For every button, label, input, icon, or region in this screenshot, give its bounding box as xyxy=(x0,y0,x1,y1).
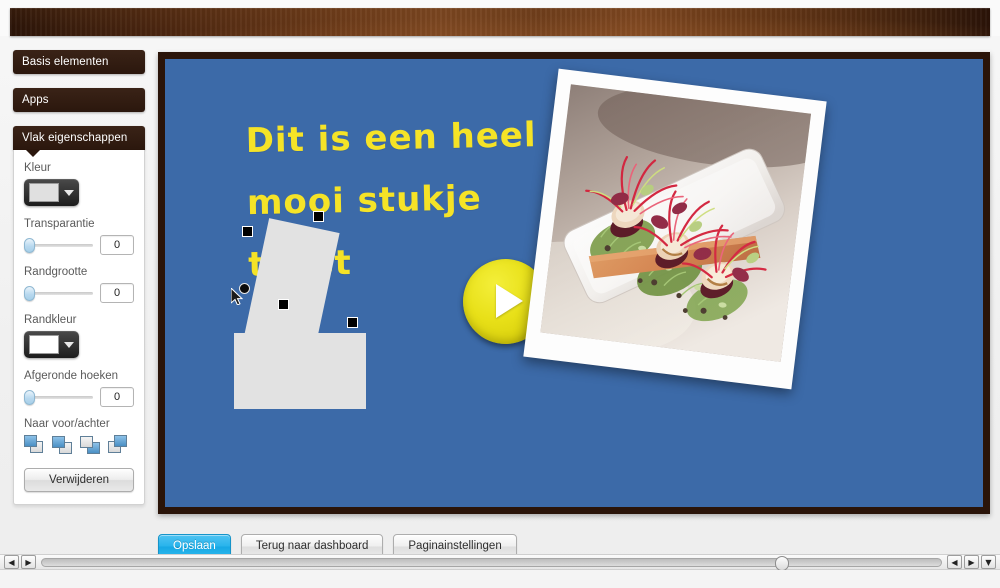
mouse-cursor-icon xyxy=(231,288,243,305)
selection-handle-top-left[interactable] xyxy=(242,226,253,237)
send-backward-icon[interactable] xyxy=(80,435,102,455)
panel-title: Vlak eigenschappen xyxy=(22,132,128,144)
sidebar-item-apps[interactable]: Apps xyxy=(13,88,145,112)
food-photo[interactable] xyxy=(523,68,827,390)
send-to-back-icon[interactable] xyxy=(108,435,130,455)
scroll-left-end-icon[interactable]: ◀ xyxy=(947,555,962,569)
rounded-corners-slider[interactable] xyxy=(24,390,93,405)
field-fill-color: Kleur xyxy=(24,162,134,207)
field-label: Afgeronde hoeken xyxy=(24,370,118,382)
scroll-right-icon[interactable]: ▶ xyxy=(21,555,36,569)
slider-handle[interactable] xyxy=(24,238,35,253)
scrollbar-menu-icon[interactable]: ▼ xyxy=(981,555,996,569)
fill-color-picker[interactable] xyxy=(24,179,79,206)
selection-handle-bottom-right[interactable] xyxy=(347,317,358,328)
rounded-corners-value[interactable]: 0 xyxy=(100,387,134,407)
selection-handle-center[interactable] xyxy=(278,299,289,310)
slider-handle[interactable] xyxy=(24,286,35,301)
wood-toolbar[interactable] xyxy=(10,8,990,36)
sidebar-item-basis-elementen[interactable]: Basis elementen xyxy=(13,50,145,74)
toolbar-area xyxy=(0,0,1000,36)
photo-image xyxy=(540,84,812,362)
transparency-slider[interactable] xyxy=(24,238,93,253)
play-triangle-icon xyxy=(496,284,523,318)
sidebar: Basis elementen Apps Vlak eigenschappen … xyxy=(13,50,145,515)
border-color-picker[interactable] xyxy=(24,331,79,358)
field-label: Naar voor/achter xyxy=(24,418,110,430)
transparency-value[interactable]: 0 xyxy=(100,235,134,255)
delete-button[interactable]: Verwijderen xyxy=(24,468,134,492)
scroll-right-end-icon[interactable]: ▶ xyxy=(964,555,979,569)
field-rounded-corners: Afgeronde hoeken 0 xyxy=(24,370,134,407)
panel-body: Kleur Transparantie 0 Randgrootte 0 Rand… xyxy=(13,150,145,505)
field-label: Transparantie xyxy=(24,218,95,230)
field-label: Randgrootte xyxy=(24,266,88,278)
panel-notch-icon xyxy=(26,150,40,157)
bring-forward-icon[interactable] xyxy=(52,435,74,455)
scrollbar-thumb[interactable] xyxy=(774,555,789,571)
slider-handle[interactable] xyxy=(24,390,35,405)
bring-to-front-icon[interactable] xyxy=(24,435,46,455)
panel-header-vlak-eigenschappen[interactable]: Vlak eigenschappen xyxy=(13,126,145,150)
chevron-down-icon xyxy=(64,189,74,196)
field-label: Kleur xyxy=(24,162,51,174)
shape-properties-panel: Vlak eigenschappen Kleur Transparantie 0… xyxy=(13,126,145,505)
footer-strip xyxy=(0,570,1000,588)
border-size-value[interactable]: 0 xyxy=(100,283,134,303)
fill-color-swatch xyxy=(29,183,59,202)
sidebar-item-label: Basis elementen xyxy=(22,56,109,68)
field-border-color: Randkleur xyxy=(24,314,134,359)
field-transparency: Transparantie 0 xyxy=(24,218,134,255)
field-arrange: Naar voor/achter xyxy=(24,418,134,455)
horizontal-scrollbar[interactable]: ◀ ▶ ◀ ▶ ▼ xyxy=(0,554,1000,571)
application-window: Basis elementen Apps Vlak eigenschappen … xyxy=(0,0,1000,588)
field-label: Randkleur xyxy=(24,314,77,326)
border-size-slider[interactable] xyxy=(24,286,93,301)
chevron-down-icon xyxy=(64,341,74,348)
sidebar-item-label: Apps xyxy=(22,94,49,106)
field-border-size: Randgrootte 0 xyxy=(24,266,134,303)
slide-canvas[interactable]: Dit is een heel mooi stukje tekst xyxy=(165,59,983,507)
selection-handle-top-right[interactable] xyxy=(313,211,324,222)
scroll-left-icon[interactable]: ◀ xyxy=(4,555,19,569)
scrollbar-track[interactable] xyxy=(41,555,942,571)
canvas-frame: Dit is een heel mooi stukje tekst xyxy=(158,52,990,514)
border-color-swatch xyxy=(29,335,59,354)
